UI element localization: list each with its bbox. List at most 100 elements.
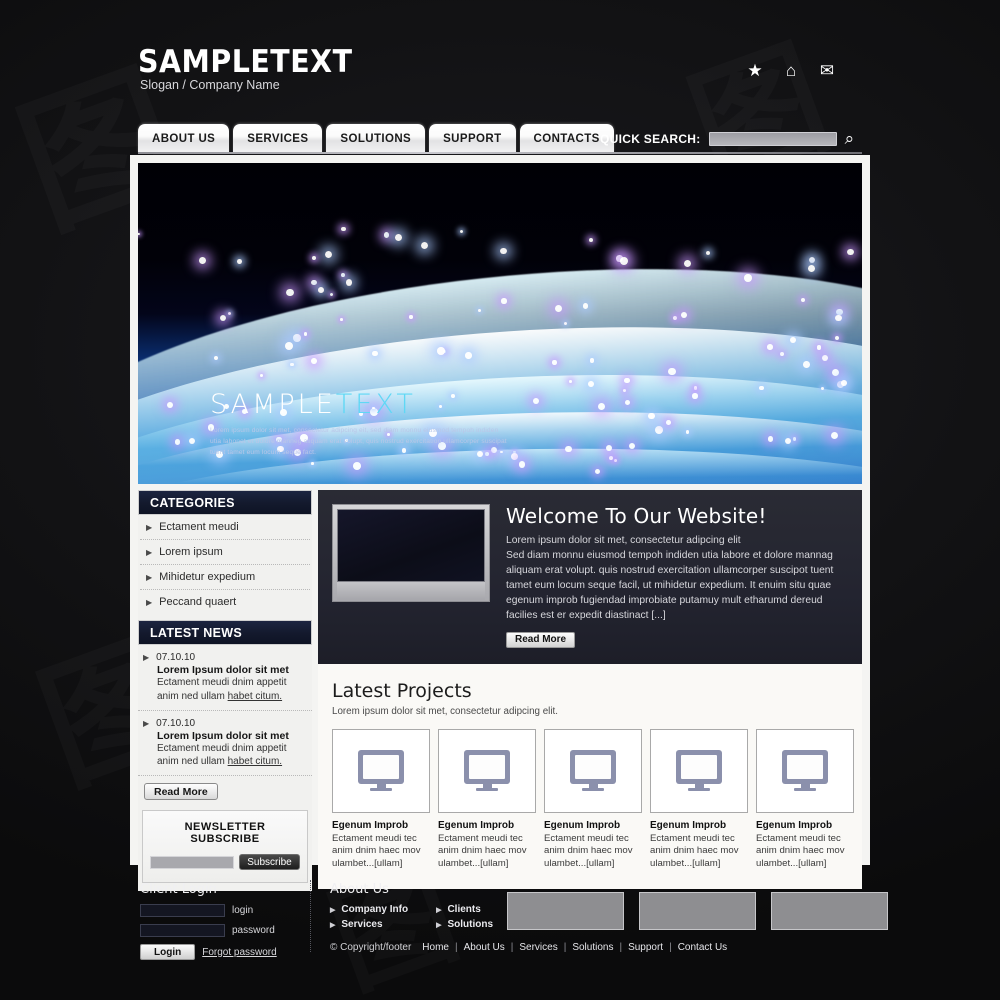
search-input[interactable] bbox=[708, 131, 837, 146]
login-input[interactable] bbox=[140, 904, 225, 917]
news-link[interactable]: habet citum. bbox=[228, 691, 282, 702]
sparkle-dot bbox=[511, 452, 519, 460]
sparkle-dot bbox=[477, 309, 481, 312]
search-icon[interactable]: ⌕ bbox=[845, 130, 855, 147]
subscribe-button[interactable]: Subscribe bbox=[239, 854, 300, 871]
footer-link-solutions[interactable]: ▶ Solutions bbox=[436, 919, 493, 930]
project-description: Ectament meudi tec anim dnim haec mov ul… bbox=[544, 832, 633, 870]
footer-nav-solutions[interactable]: Solutions bbox=[572, 942, 613, 953]
footer-nav-contact-us[interactable]: Contact Us bbox=[678, 942, 727, 953]
sparkle-dot bbox=[325, 251, 333, 259]
nav-tab-about-us[interactable]: ABOUT US bbox=[138, 124, 230, 153]
sparkle-dot bbox=[409, 315, 413, 319]
welcome-read-more-button[interactable]: Read More bbox=[506, 631, 576, 648]
chevron-right-icon: ▶ bbox=[143, 718, 150, 728]
footer-nav-services[interactable]: Services bbox=[519, 942, 557, 953]
login-button[interactable]: Login bbox=[140, 944, 196, 960]
category-label: Ectament meudi bbox=[159, 521, 239, 533]
sparkle-dot bbox=[835, 314, 842, 322]
project-card[interactable]: Egenum Improb Ectament meudi tec anim dn… bbox=[332, 728, 430, 872]
sparkle-dot bbox=[808, 265, 815, 273]
password-input[interactable] bbox=[140, 924, 225, 937]
chevron-right-icon: ▶ bbox=[146, 572, 153, 582]
footer-nav: Home | About Us | Services | Solutions |… bbox=[422, 942, 727, 953]
sidebar-item-lorem-ipsum[interactable]: ▶ Lorem ipsum bbox=[140, 540, 310, 565]
sparkle-dot bbox=[832, 368, 840, 376]
sparkle-dot bbox=[784, 437, 792, 444]
sparkle-dot bbox=[681, 311, 688, 318]
nav-tab-support[interactable]: SUPPORT bbox=[429, 124, 516, 153]
client-login-block: Client Login login password Login Forgot… bbox=[140, 882, 300, 960]
about-us-block: About Us ▶ Company Info ▶ Services ▶ Cli… bbox=[330, 882, 493, 930]
hero-title-white: SAMPLE bbox=[210, 389, 336, 420]
login-row: login bbox=[140, 904, 300, 917]
sparkle-dot bbox=[383, 231, 390, 238]
sparkle-dot bbox=[341, 273, 345, 277]
sparkle-dot bbox=[237, 259, 242, 264]
footer-link-services[interactable]: ▶ Services bbox=[330, 919, 408, 930]
forgot-password-link[interactable]: Forgot password bbox=[202, 947, 276, 958]
news-body: Ectament meudi dnim appetit anim ned ull… bbox=[143, 742, 307, 770]
news-read-more-button[interactable]: Read More bbox=[144, 783, 218, 801]
project-thumbnail[interactable] bbox=[650, 728, 748, 813]
sparkle-dot bbox=[816, 345, 822, 351]
sparkle-dot bbox=[341, 226, 346, 232]
monitor-icon bbox=[570, 749, 616, 792]
sparkle-dot bbox=[219, 314, 227, 321]
sparkle-dot bbox=[705, 250, 711, 256]
project-thumbnail[interactable] bbox=[756, 728, 854, 813]
footer-nav-home[interactable]: Home bbox=[422, 942, 449, 953]
sidebar-item-mihidetur-expedium[interactable]: ▶ Mihidetur expedium bbox=[140, 565, 310, 590]
project-card[interactable]: Egenum Improb Ectament meudi tec anim dn… bbox=[544, 728, 642, 872]
news-link[interactable]: habet citum. bbox=[228, 756, 282, 767]
sidebar-item-ectament-meudi[interactable]: ▶ Ectament meudi bbox=[140, 515, 310, 540]
newsletter-form: Subscribe bbox=[150, 854, 300, 871]
footer-link-clients[interactable]: ▶ Clients bbox=[436, 904, 493, 915]
quick-search: QUICK SEARCH: ⌕ bbox=[600, 130, 854, 147]
monitor-icon bbox=[782, 749, 828, 792]
project-card[interactable]: Egenum Improb Ectament meudi tec anim dn… bbox=[438, 728, 536, 872]
tv-base bbox=[337, 582, 485, 600]
sparkle-dot bbox=[228, 311, 232, 315]
sparkle-dot bbox=[532, 397, 539, 404]
banner-placeholder[interactable] bbox=[639, 892, 756, 930]
tv-screen bbox=[337, 509, 485, 582]
projects-grid: Egenum Improb Ectament meudi tec anim dn… bbox=[332, 728, 854, 872]
news-list-item[interactable]: ▶ 07.10.10 Lorem Ipsum dolor sit met Ect… bbox=[138, 645, 312, 711]
project-name: Egenum Improb bbox=[650, 819, 727, 831]
banner-placeholder[interactable] bbox=[507, 892, 624, 930]
home-icon[interactable]: ⌂ bbox=[781, 60, 801, 80]
sparkle-dot bbox=[345, 279, 352, 286]
categories-list: ▶ Ectament meudi ▶ Lorem ipsum ▶ Mihidet… bbox=[138, 515, 312, 614]
sidebar-item-peccand-quaert[interactable]: ▶ Peccand quaert bbox=[140, 590, 310, 614]
project-card[interactable]: Egenum Improb Ectament meudi tec anim dn… bbox=[756, 728, 854, 872]
banner-placeholder[interactable] bbox=[771, 892, 888, 930]
favorite-icon[interactable]: ★ bbox=[745, 60, 765, 80]
category-label: Mihidetur expedium bbox=[159, 571, 256, 583]
page-root: 图 图 图 图 图 图 SAMPLETEXT Slogan / Company … bbox=[0, 0, 1000, 1000]
sparkle-dot bbox=[167, 402, 174, 408]
news-list-item[interactable]: ▶ 07.10.10 Lorem Ipsum dolor sit met Ect… bbox=[138, 711, 312, 777]
newsletter-email-input[interactable] bbox=[150, 855, 235, 869]
nav-tab-services[interactable]: SERVICES bbox=[233, 124, 323, 153]
welcome-title: Welcome To Our Website! bbox=[506, 504, 767, 528]
sparkle-dot bbox=[808, 256, 816, 264]
sparkle-dot bbox=[622, 388, 627, 393]
sparkle-dot bbox=[628, 443, 636, 450]
footer-nav-about-us[interactable]: About Us bbox=[464, 942, 505, 953]
footer-link-company-info[interactable]: ▶ Company Info bbox=[330, 904, 408, 915]
project-thumbnail[interactable] bbox=[332, 728, 430, 813]
sparkle-dot bbox=[625, 399, 631, 406]
project-card[interactable]: Egenum Improb Ectament meudi tec anim dn… bbox=[650, 728, 748, 872]
mail-icon[interactable]: ✉ bbox=[817, 60, 837, 80]
site-logo[interactable]: SAMPLETEXT bbox=[138, 44, 353, 80]
project-thumbnail[interactable] bbox=[438, 728, 536, 813]
sparkle-dot bbox=[260, 374, 264, 378]
footer-nav-support[interactable]: Support bbox=[628, 942, 663, 953]
sparkle-dot bbox=[792, 437, 797, 441]
project-thumbnail[interactable] bbox=[544, 728, 642, 813]
footer-link-label: Company Info bbox=[341, 904, 409, 915]
nav-tab-solutions[interactable]: SOLUTIONS bbox=[326, 124, 426, 153]
about-us-title: About Us bbox=[330, 882, 389, 897]
latest-news-header: LATEST NEWS bbox=[138, 620, 312, 645]
